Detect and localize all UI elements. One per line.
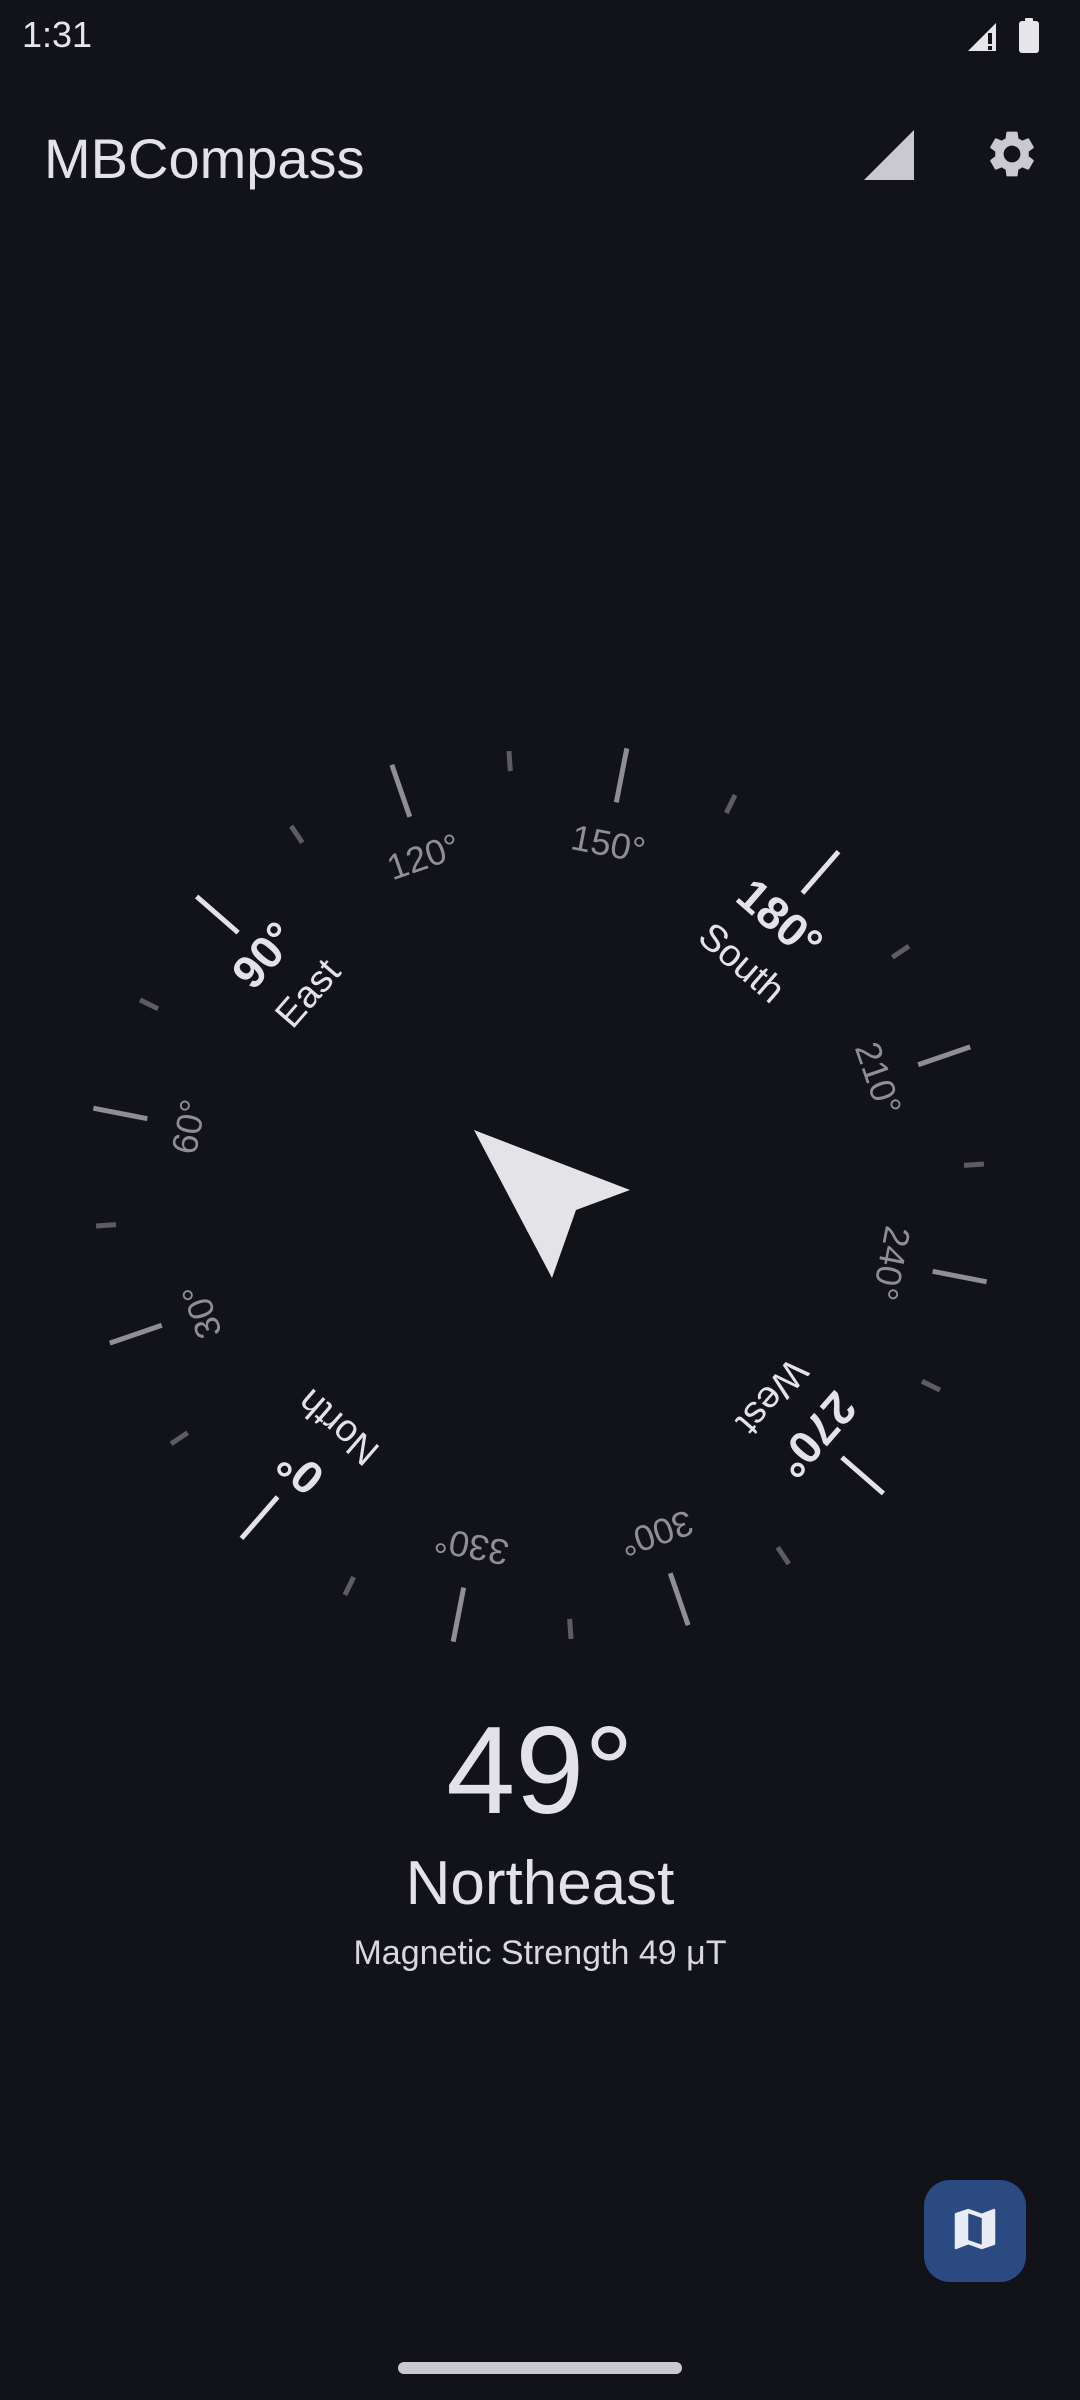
status-time: 1:31: [22, 14, 93, 55]
heading-degrees: 49°: [446, 1702, 634, 1840]
major-tick: [92, 1105, 148, 1122]
app-bar-actions: [858, 126, 1042, 186]
cardinal-tick: [239, 1495, 280, 1541]
status-icons: [966, 18, 1040, 59]
cardinal-tick: [800, 849, 841, 895]
major-tick: [613, 747, 630, 803]
cardinal-tick: [840, 1455, 886, 1496]
app-bar: MBCompass: [0, 100, 1080, 212]
major-tick: [450, 1587, 467, 1643]
degree-label-60: 60°: [163, 1096, 214, 1157]
major-tick: [667, 1572, 691, 1627]
minor-tick: [775, 1545, 791, 1566]
signal-strength-button[interactable]: [858, 126, 918, 186]
minor-tick: [567, 1618, 574, 1640]
cardinal-degree-0: 0°: [266, 1437, 333, 1505]
magnetic-strength: Magnetic Strength 49 μT: [353, 1934, 727, 1972]
minor-tick: [95, 1222, 117, 1229]
minor-tick: [169, 1430, 190, 1446]
minor-tick: [890, 944, 911, 960]
major-tick: [108, 1322, 163, 1346]
minor-tick: [138, 997, 160, 1011]
minor-tick: [506, 750, 513, 772]
map-icon: [948, 2202, 1002, 2261]
signal-triangle-icon: [860, 126, 916, 187]
compass-dial-svg: 30°60°120° 150°210°240°300°330°0°North90°…: [92, 747, 988, 1643]
major-tick: [932, 1268, 988, 1285]
degree-label-330: 330°: [431, 1519, 512, 1573]
minor-tick: [342, 1575, 356, 1597]
signal-icon: [966, 19, 1000, 58]
major-tick: [917, 1044, 972, 1068]
minor-tick: [963, 1161, 985, 1168]
cardinal-tick: [194, 894, 240, 935]
status-bar: 1:31: [0, 0, 1080, 74]
app-title: MBCompass: [44, 127, 365, 190]
degree-label-300: 300°: [615, 1502, 699, 1565]
navigation-arrow-icon: [474, 1130, 630, 1278]
settings-button[interactable]: [982, 126, 1042, 186]
compass-dial: 30° 60° 120° 150° 210° 240° 300° 330° 0° North 90°…: [0, 640, 1080, 1690]
degree-label-150: 150°: [568, 816, 649, 870]
minor-tick: [724, 793, 738, 815]
degree-label-120: 120°: [382, 825, 466, 888]
major-tick: [389, 763, 413, 818]
heading-direction: Northeast: [405, 1849, 675, 1918]
degree-label-210: 210°: [847, 1037, 910, 1121]
settings-gear-icon: [984, 126, 1040, 187]
minor-tick: [289, 824, 305, 845]
minor-tick: [920, 1379, 942, 1393]
map-button[interactable]: [924, 2180, 1026, 2282]
gesture-nav-handle[interactable]: [398, 2362, 682, 2374]
compass-screen: 1:31 MBCompass 30° 60° 120° 150° 210° 24…: [0, 0, 1080, 2400]
degree-label-30: 30°: [173, 1279, 229, 1344]
battery-icon: [1018, 18, 1040, 59]
degree-label-240: 240°: [864, 1223, 918, 1304]
